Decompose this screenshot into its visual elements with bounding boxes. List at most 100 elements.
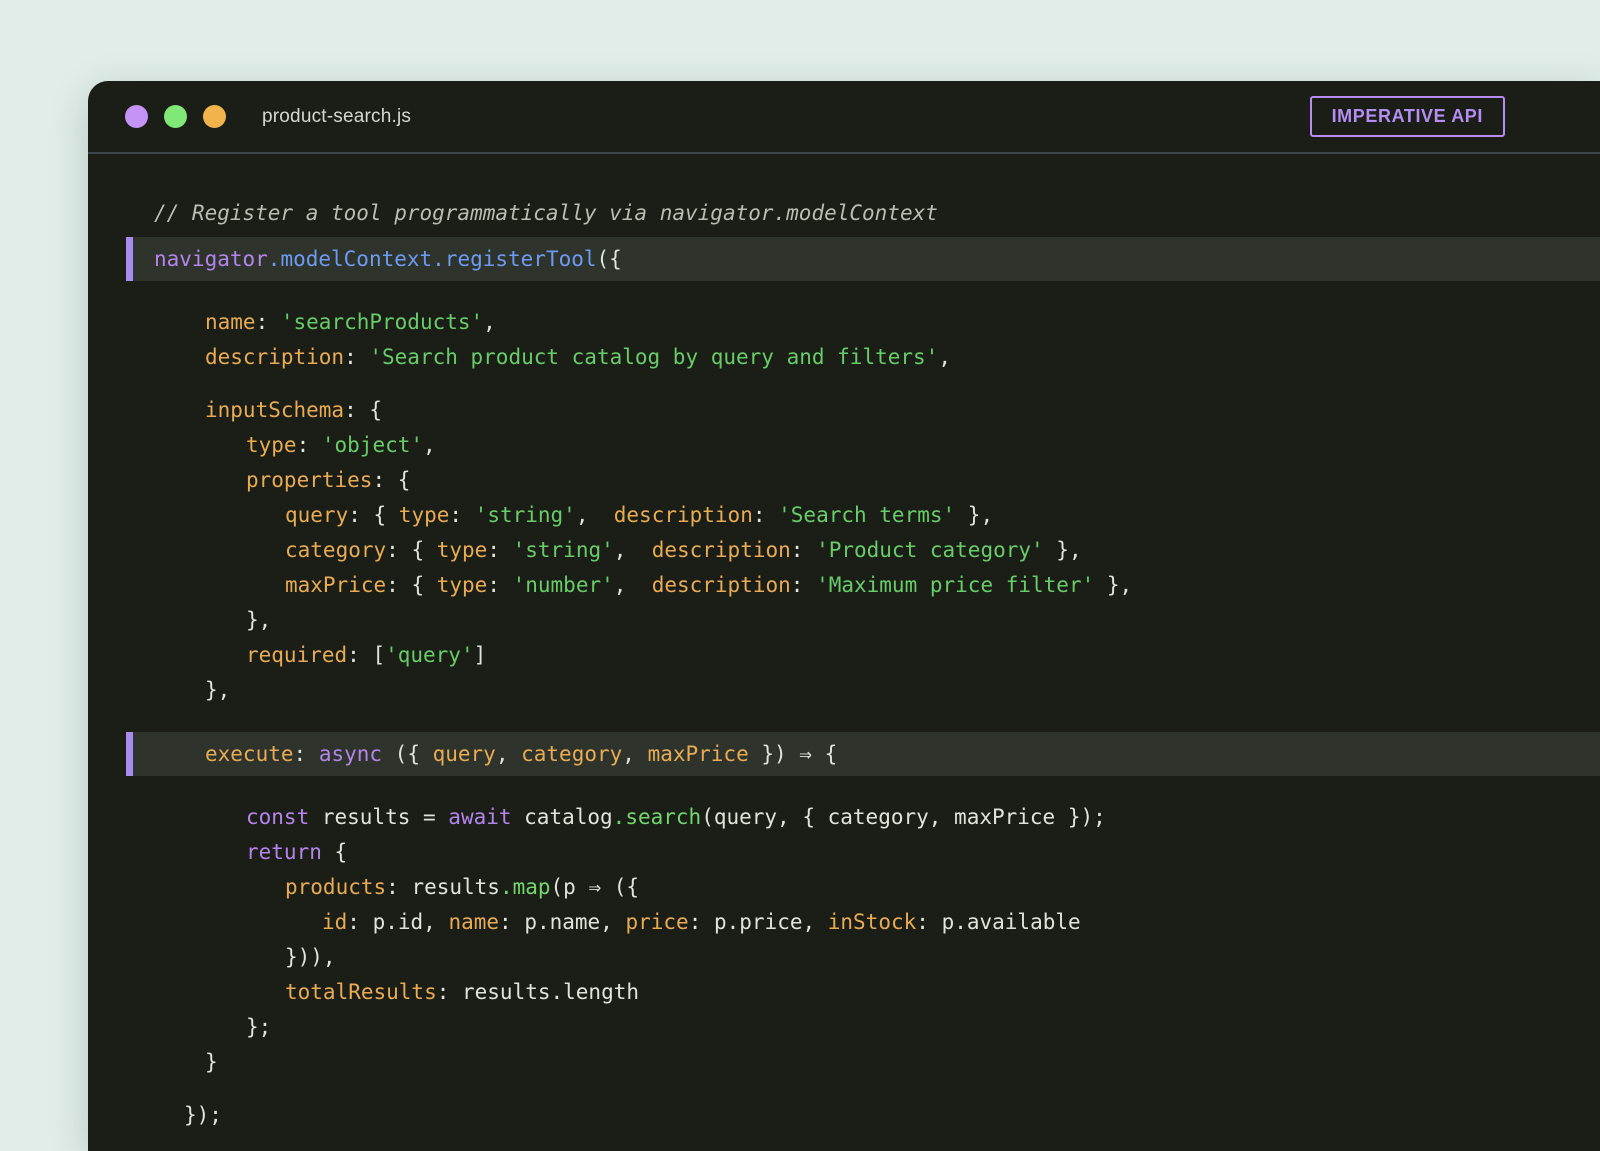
code-token: maxPrice: [648, 742, 749, 766]
code-token: ]: [474, 643, 487, 667]
code-gap: [88, 1080, 1600, 1098]
code-token: },: [1094, 573, 1132, 597]
code-line: },: [88, 603, 1600, 638]
code-token: name: [448, 910, 499, 934]
code-token: 'string': [513, 538, 614, 562]
code-token: :: [487, 538, 512, 562]
code-line: category: { type: 'string', description:…: [88, 533, 1600, 568]
titlebar: product-search.js IMPERATIVE API: [88, 81, 1600, 154]
code-line: description: 'Search product catalog by …: [88, 340, 1600, 375]
code-token: catalog: [512, 805, 613, 829]
code-token: : p.name,: [499, 910, 625, 934]
code-token: ,: [938, 345, 951, 369]
code-line: inputSchema: {: [88, 393, 1600, 428]
code-token: category: [285, 538, 386, 562]
code-token: description: [652, 538, 791, 562]
code-token: ,: [614, 573, 652, 597]
code-token: : {: [386, 573, 437, 597]
code-token: 'object': [322, 433, 423, 457]
code-token: 'Search product catalog by query and fil…: [369, 345, 938, 369]
code-token: inStock: [828, 910, 917, 934]
code-token: : p.price,: [689, 910, 828, 934]
code-gap: [88, 287, 1600, 305]
code-token: ({: [597, 247, 622, 271]
code-token: name: [205, 310, 256, 334]
code-token: navigator: [154, 247, 268, 271]
code-token: })),: [285, 945, 336, 969]
code-token: return: [246, 840, 322, 864]
code-token: {: [322, 840, 347, 864]
code-token: 'number': [513, 573, 614, 597]
code-token: required: [246, 643, 347, 667]
code-token: },: [1044, 538, 1082, 562]
code-line: return {: [88, 835, 1600, 870]
code-token: }: [205, 1050, 218, 1074]
code-token: : {: [372, 468, 410, 492]
code-token: },: [246, 608, 271, 632]
code-token: results =: [309, 805, 448, 829]
code-token: : {: [344, 398, 382, 422]
code-gap: [88, 375, 1600, 393]
code-token: .map: [500, 875, 551, 899]
code-line: required: ['query']: [88, 638, 1600, 673]
code-token: 'Maximum price filter': [816, 573, 1094, 597]
code-token: },: [955, 503, 993, 527]
traffic-light-purple-icon[interactable]: [125, 105, 148, 128]
code-token: 'query': [385, 643, 474, 667]
code-token: properties: [246, 468, 372, 492]
code-line: });: [88, 1098, 1600, 1133]
code-token: (query, { category, maxPrice });: [701, 805, 1106, 829]
code-token: maxPrice: [285, 573, 386, 597]
imperative-api-badge: IMPERATIVE API: [1310, 96, 1505, 137]
code-token: :: [449, 503, 474, 527]
traffic-light-green-icon[interactable]: [164, 105, 187, 128]
code-token: : {: [348, 503, 399, 527]
code-token: :: [791, 573, 816, 597]
code-token: inputSchema: [205, 398, 344, 422]
code-token: :: [753, 503, 778, 527]
code-token: query: [285, 503, 348, 527]
code-token: // Register a tool programmatically via …: [154, 201, 938, 225]
code-token: };: [246, 1015, 271, 1039]
code-token: await: [448, 805, 511, 829]
code-token: : p.available: [916, 910, 1080, 934]
code-token: type: [399, 503, 450, 527]
code-token: type: [246, 433, 297, 457]
code-token: });: [184, 1103, 222, 1127]
code-token: 'Search terms': [778, 503, 955, 527]
code-token: : results: [386, 875, 500, 899]
code-line: };: [88, 1010, 1600, 1045]
code-token: : results.length: [437, 980, 639, 1004]
code-token: },: [205, 678, 230, 702]
code-token: description: [652, 573, 791, 597]
code-token: 'Product category': [816, 538, 1044, 562]
code-token: type: [437, 538, 488, 562]
window-title: product-search.js: [262, 106, 411, 128]
code-token: async: [319, 742, 382, 766]
code-token: products: [285, 875, 386, 899]
code-token: id: [322, 910, 347, 934]
code-token: .modelContext.registerTool: [268, 247, 597, 271]
code-line: totalResults: results.length: [88, 975, 1600, 1010]
code-line: name: 'searchProducts',: [88, 305, 1600, 340]
code-line: })),: [88, 940, 1600, 975]
code-token: ,: [483, 310, 496, 334]
code-line: const results = await catalog.search(que…: [88, 800, 1600, 835]
code-token: description: [614, 503, 753, 527]
code-line: maxPrice: { type: 'number', description:…: [88, 568, 1600, 603]
code-token: type: [437, 573, 488, 597]
code-line-highlighted: execute: async ({ query, category, maxPr…: [126, 732, 1600, 776]
code-token: ,: [614, 538, 652, 562]
code-token: : [: [347, 643, 385, 667]
code-token: description: [205, 345, 344, 369]
traffic-light-orange-icon[interactable]: [203, 105, 226, 128]
code-token: 'searchProducts': [281, 310, 483, 334]
code-token: :: [294, 742, 319, 766]
code-token: ,: [576, 503, 614, 527]
code-token: :: [297, 433, 322, 457]
code-token: : {: [386, 538, 437, 562]
code-line: properties: {: [88, 463, 1600, 498]
code-line: query: { type: 'string', description: 'S…: [88, 498, 1600, 533]
code-token: .search: [613, 805, 702, 829]
code-token: execute: [205, 742, 294, 766]
